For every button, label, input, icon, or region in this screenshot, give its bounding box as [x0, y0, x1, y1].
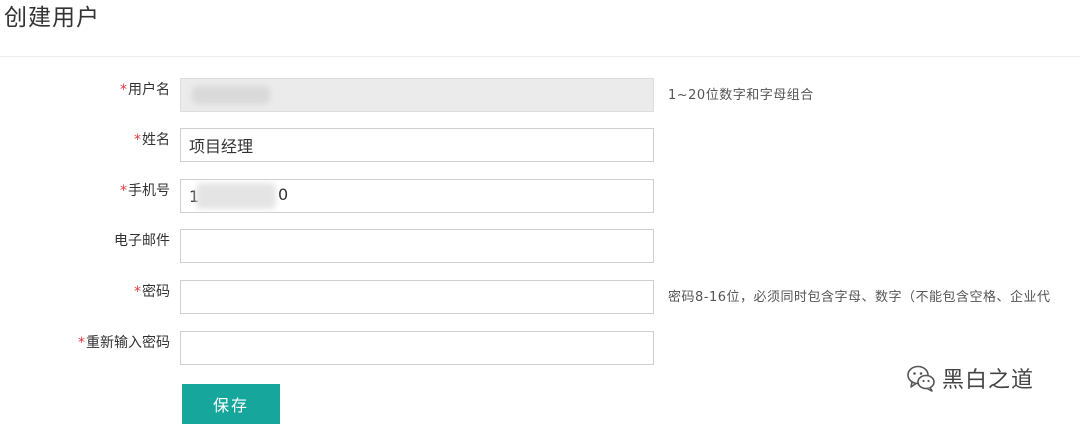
name-input[interactable] — [180, 128, 654, 162]
required-star: * — [134, 284, 141, 300]
watermark-text: 黑白之道 — [942, 368, 1035, 393]
password-label-text: 密码 — [142, 284, 170, 300]
create-user-page: 创建用户 *用户名 1~20位数字和字母组合 *姓名 *手机号 0 电子邮件 *… — [0, 0, 1080, 426]
required-star: * — [120, 183, 127, 199]
title-divider — [0, 56, 1080, 57]
required-star: * — [120, 82, 127, 98]
password-input[interactable] — [180, 280, 654, 314]
required-star: * — [78, 335, 85, 351]
username-hint: 1~20位数字和字母组合 — [668, 88, 814, 103]
form-row-phone: *手机号 0 — [0, 179, 1080, 215]
page-title: 创建用户 — [4, 5, 100, 31]
email-label-text: 电子邮件 — [114, 233, 170, 249]
form-row-name: *姓名 — [0, 128, 1080, 164]
form-row-email: 电子邮件 — [0, 229, 1080, 265]
phone-label: *手机号 — [120, 179, 170, 215]
name-label-text: 姓名 — [142, 132, 170, 148]
email-label: 电子邮件 — [114, 229, 170, 265]
password-label: *密码 — [134, 280, 170, 316]
wechat-icon — [907, 365, 935, 392]
form-row-password: *密码 密码8-16位，必须同时包含字母、数字（不能包含空格、企业代 — [0, 280, 1080, 316]
username-label: *用户名 — [120, 78, 170, 114]
redaction-mask — [192, 86, 270, 104]
form-row-username: *用户名 1~20位数字和字母组合 — [0, 78, 1080, 114]
phone-value-tail: 0 — [278, 185, 289, 204]
username-label-text: 用户名 — [128, 82, 170, 98]
password-hint: 密码8-16位，必须同时包含字母、数字（不能包含空格、企业代 — [668, 290, 1051, 305]
email-input[interactable] — [180, 229, 654, 263]
name-label: *姓名 — [134, 128, 170, 164]
confirm-password-input[interactable] — [180, 331, 654, 365]
confirm-password-label-text: 重新输入密码 — [86, 335, 170, 351]
redaction-mask — [196, 183, 276, 209]
phone-label-text: 手机号 — [128, 183, 170, 199]
save-button[interactable]: 保存 — [182, 384, 280, 424]
required-star: * — [134, 132, 141, 148]
confirm-password-label: *重新输入密码 — [78, 331, 170, 367]
watermark: 黑白之道 — [906, 362, 1034, 394]
